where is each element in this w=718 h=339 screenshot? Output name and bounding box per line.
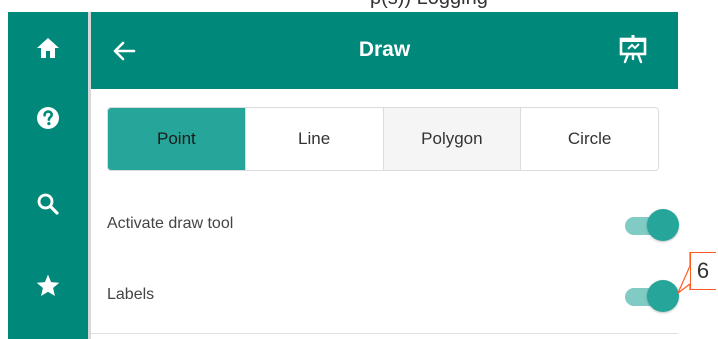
toggle-thumb [647, 209, 679, 241]
page-title: Draw [358, 38, 411, 61]
presentation-icon [619, 35, 647, 64]
rail-item-search[interactable] [8, 174, 88, 234]
setting-row-labels: Labels [107, 276, 679, 316]
rail-item-favorites[interactable] [8, 256, 88, 316]
draw-panel: Point Line Polygon Circle Activate draw … [91, 89, 679, 339]
divider [91, 333, 678, 334]
labels-toggle[interactable] [619, 280, 679, 312]
setting-label-labels: Labels [107, 286, 155, 303]
callout-number: 6 [696, 258, 710, 283]
help-icon [37, 107, 59, 129]
draw-mode-tabs: Point Line Polygon Circle [107, 107, 659, 171]
tab-circle[interactable]: Circle [520, 108, 658, 170]
star-icon [36, 274, 60, 296]
side-rail [8, 12, 88, 339]
home-icon [37, 38, 59, 58]
activate-draw-toggle[interactable] [619, 209, 679, 241]
tab-point[interactable]: Point [108, 108, 245, 170]
tab-line[interactable]: Line [244, 108, 383, 170]
top-caption: p(s)) Logging [0, 0, 718, 12]
toggle-thumb [647, 280, 679, 312]
rail-item-help[interactable] [8, 88, 88, 148]
setting-row-activate-draw: Activate draw tool [107, 205, 679, 245]
caption-text: p(s)) Logging [370, 0, 488, 10]
app-header: Draw [91, 12, 678, 89]
setting-label-activate-draw: Activate draw tool [107, 215, 234, 232]
presentation-button[interactable] [618, 34, 648, 64]
tab-polygon[interactable]: Polygon [382, 108, 521, 170]
search-icon [37, 193, 59, 215]
rail-item-home[interactable] [8, 18, 88, 78]
